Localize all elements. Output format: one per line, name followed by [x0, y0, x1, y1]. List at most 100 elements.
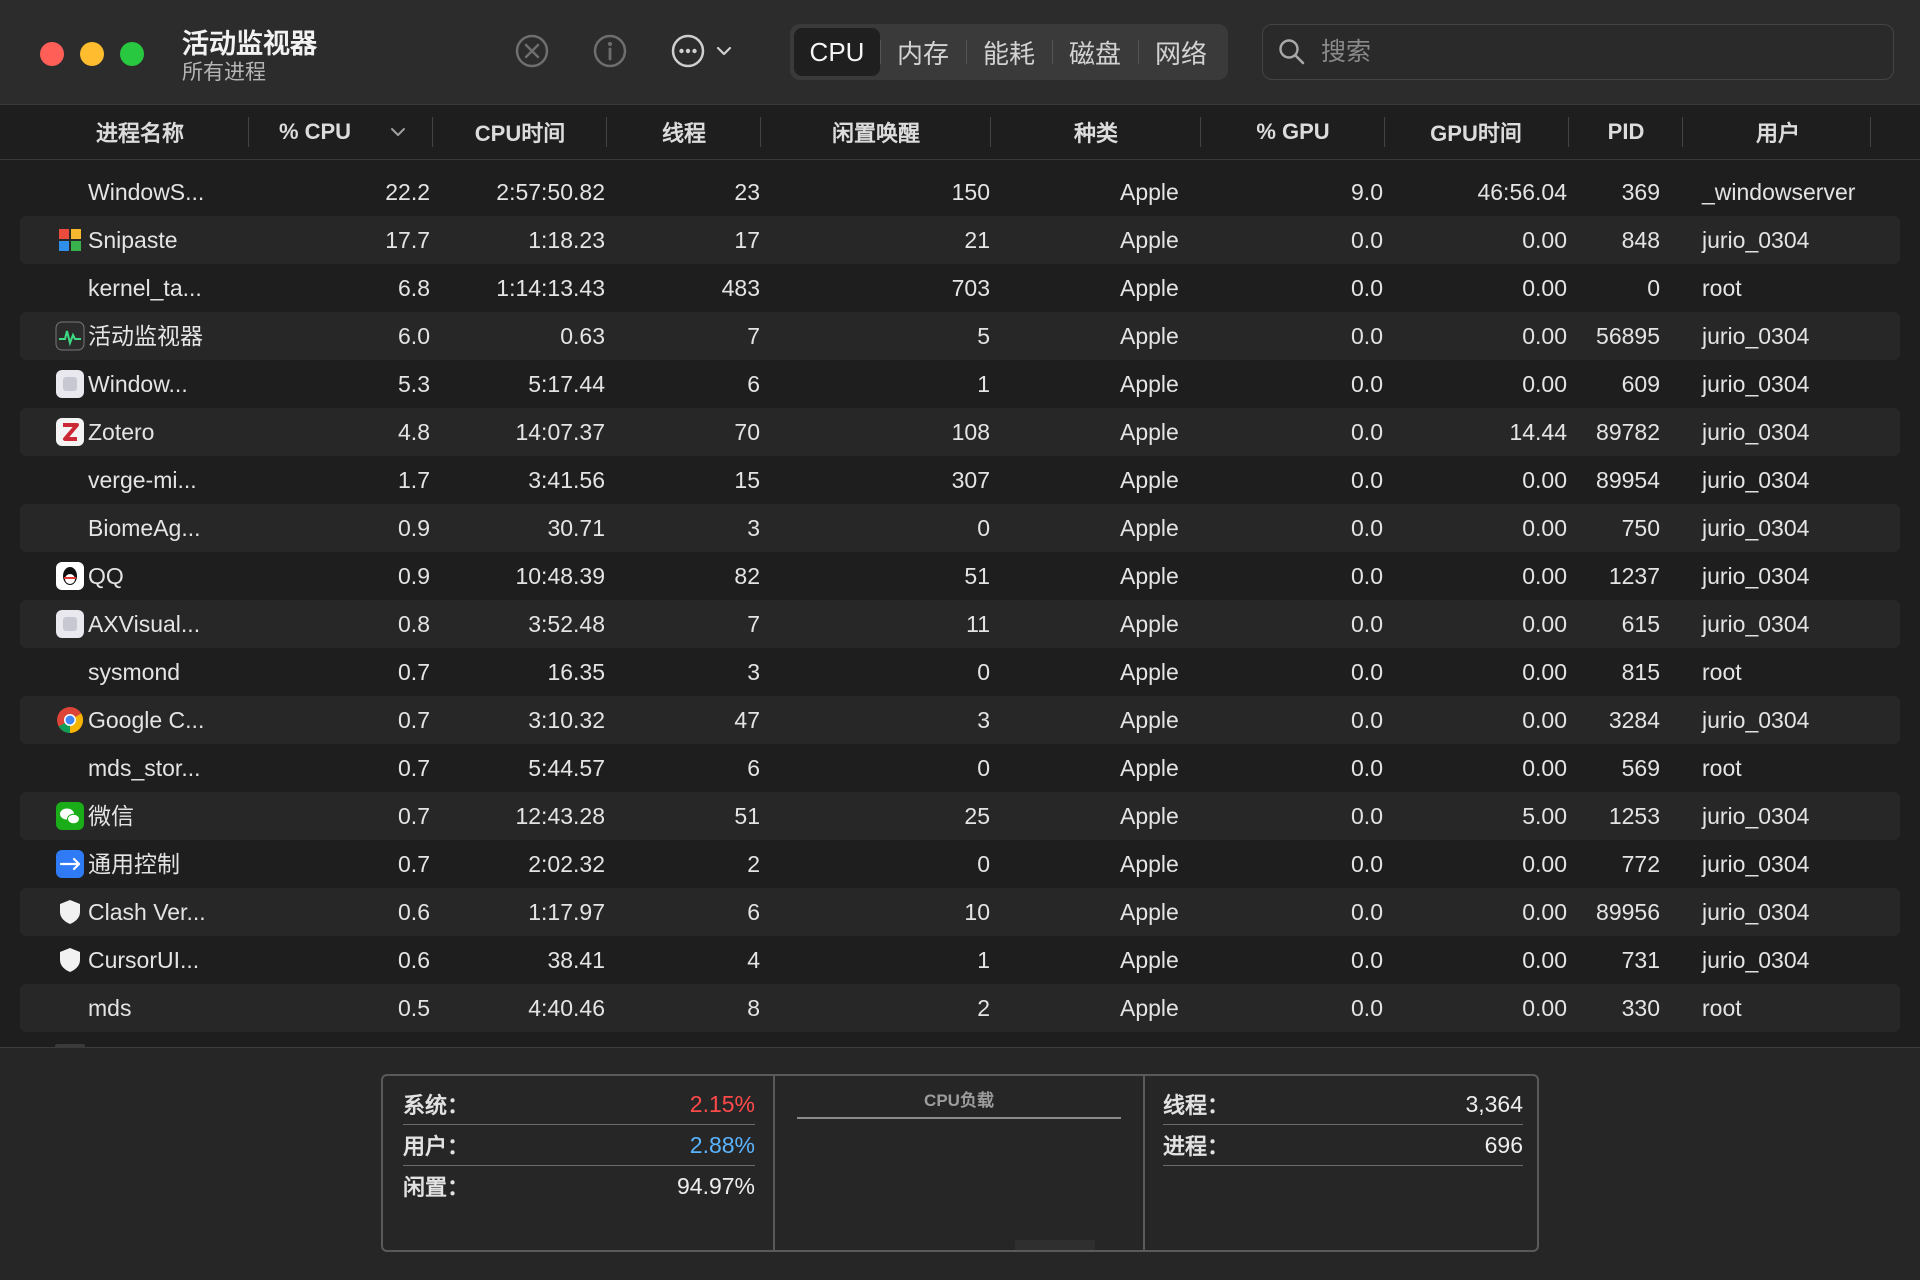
cell-pid: 0: [1647, 275, 1660, 301]
column-cpu-percent[interactable]: % CPU: [270, 105, 416, 159]
cell-gpu: 0.0: [1351, 515, 1383, 541]
table-row[interactable]: BiomeAg... 0.9 30.71 3 0 Apple 0.0 0.00 750 jurio…: [20, 504, 1900, 552]
cell-cpu-time: 1:17.97: [528, 899, 605, 925]
table-row[interactable]: 通用控制 0.7 2:02.32 2 0 Apple 0.0 0.00 772 jurio_030…: [20, 840, 1900, 888]
stat-idle-label: 闲置：: [403, 1175, 470, 1200]
cell-gpu: 0.0: [1351, 803, 1383, 829]
cell-pid: 369: [1621, 179, 1660, 205]
cell-pid: 569: [1621, 755, 1660, 781]
table-row[interactable]: verge-mi... 1.7 3:41.56 15 307 Apple 0.0 0.00 89…: [20, 456, 1900, 504]
table-row[interactable]: mds_stor... 0.7 5:44.57 6 0 Apple 0.0 0.00 569 ro…: [20, 744, 1900, 792]
column-threads[interactable]: 线程: [614, 105, 754, 159]
table-row[interactable]: AXVisual... 0.8 3:52.48 7 11 Apple 0.0 0.00 615 j…: [20, 600, 1900, 648]
column-gpu-time[interactable]: GPU时间: [1392, 105, 1560, 159]
table-row[interactable]: Clash Ver... 0.6 1:17.97 6 10 Apple 0.0 0.00 899…: [20, 888, 1900, 936]
cell-idle-wake: 108: [951, 419, 990, 445]
cell-threads: 70: [734, 419, 760, 445]
table-row[interactable]: Google C... 0.7 3:10.32 47 3 Apple 0.0 0.00 3284…: [20, 696, 1900, 744]
generic-app-icon: [55, 369, 85, 399]
cell-pid: 1253: [1608, 803, 1660, 829]
tab-cpu[interactable]: CPU: [794, 28, 880, 76]
cell-gpu-time: 0.00: [1522, 275, 1567, 301]
tab-network[interactable]: 网络: [1138, 28, 1224, 76]
process-counts: 线程： 3,364 进程： 696: [1145, 1076, 1537, 1250]
cell-threads: 2: [747, 851, 760, 877]
cell-user: jurio_0304: [1702, 611, 1810, 637]
table-row[interactable]: Snipaste 17.7 1:18.23 17 21 Apple 0.0 0.00 848 ju…: [20, 216, 1900, 264]
universal-control-icon: [55, 849, 85, 879]
stat-idle: 闲置： 94.97%: [403, 1166, 755, 1206]
cell-pid: 330: [1621, 995, 1660, 1021]
cpu-load-graph: CPU负载: [775, 1076, 1145, 1250]
cell-name: CursorUI...: [88, 947, 200, 973]
cell-cpu: 0.7: [398, 659, 430, 685]
table-row[interactable]: Window... 5.3 5:17.44 6 1 Apple 0.0 0.00 609 juri…: [20, 360, 1900, 408]
cell-name: 活动监视器: [88, 323, 203, 349]
cell-cpu-time: 5:17.44: [528, 371, 605, 397]
ellipsis-circle-icon: [671, 34, 705, 68]
cell-idle-wake: 21: [964, 227, 990, 253]
cell-user: jurio_0304: [1702, 851, 1810, 877]
column-idle-wake-ups[interactable]: 闲置唤醒: [768, 105, 984, 159]
cell-cpu-time: 38.41: [547, 947, 605, 973]
table-row[interactable]: Zotero 4.8 14:07.37 70 108 Apple 0.0 14.44 89782…: [20, 408, 1900, 456]
column-pid[interactable]: PID: [1576, 105, 1676, 159]
cell-cpu-time: 4:40.46: [528, 995, 605, 1021]
column-user[interactable]: 用户: [1690, 105, 1866, 159]
cell-user: jurio_0304: [1702, 227, 1810, 253]
cell-name: kernel_ta...: [88, 275, 202, 301]
stop-process-button[interactable]: [512, 31, 552, 71]
table-row[interactable]: mds 0.5 4:40.46 8 2 Apple 0.0 0.00 330 root: [20, 984, 1900, 1032]
table-row[interactable]: 活动监视器 6.0 0.63 7 5 Apple 0.0 0.00 56895 jurio_030…: [20, 312, 1900, 360]
cell-cpu-time: 12:43.28: [515, 803, 605, 829]
column-cpu-time[interactable]: CPU时间: [440, 105, 600, 159]
stats-box: 系统： 2.15% 用户： 2.88% 闲置： 94.97% CPU负载 线程：: [381, 1074, 1539, 1252]
search-input[interactable]: [1319, 36, 1863, 68]
cell-gpu: 0.0: [1351, 659, 1383, 685]
table-row[interactable]: WindowS... 22.2 2:57:50.82 23 150 Apple 9.0 46:…: [20, 168, 1900, 216]
zoom-window-button[interactable]: [120, 42, 144, 66]
cell-user: root: [1702, 275, 1742, 301]
cell-gpu: 0.0: [1351, 419, 1383, 445]
table-row[interactable]: 微信 0.7 12:43.28 51 25 Apple 0.0 5.00 1253 jurio_0…: [20, 792, 1900, 840]
tab-memory[interactable]: 内存: [880, 28, 966, 76]
tab-energy[interactable]: 能耗: [966, 28, 1052, 76]
cell-gpu: 0.0: [1351, 995, 1383, 1021]
inspect-process-button[interactable]: [590, 31, 630, 71]
cell-cpu: 0.7: [398, 707, 430, 733]
cell-idle-wake: 150: [951, 179, 990, 205]
table-row[interactable]: CursorUI... 0.6 38.41 4 1 Apple 0.0 0.00 731 juri…: [20, 936, 1900, 984]
minimize-window-button[interactable]: [80, 42, 104, 66]
cell-gpu: 0.0: [1351, 563, 1383, 589]
cell-idle-wake: 25: [964, 803, 990, 829]
cell-gpu: 0.0: [1351, 275, 1383, 301]
stat-processes-label: 进程：: [1163, 1134, 1230, 1159]
column-gpu-percent[interactable]: % GPU: [1208, 105, 1378, 159]
column-kind[interactable]: 种类: [998, 105, 1194, 159]
table-row[interactable]: sysmond 0.7 16.35 3 0 Apple 0.0 0.00 815 root: [20, 648, 1900, 696]
cell-user: jurio_0304: [1702, 419, 1810, 445]
cell-cpu: 0.7: [398, 803, 430, 829]
cell-name: Zotero: [88, 419, 155, 445]
cell-name: sysmond: [88, 659, 181, 685]
cell-cpu-time: 0.63: [560, 323, 605, 349]
cpu-load-bars: [1015, 1240, 1095, 1250]
cell-pid: 772: [1621, 851, 1660, 877]
cell-user: jurio_0304: [1702, 323, 1810, 349]
cell-idle-wake: 0: [977, 755, 990, 781]
stat-processes-value: 696: [1484, 1131, 1523, 1158]
cell-cpu: 17.7: [385, 227, 430, 253]
cell-name: Google C...: [88, 707, 205, 733]
table-row[interactable]: QQ 0.9 10:48.39 82 51 Apple 0.0 0.00 1237 jurio_0…: [20, 552, 1900, 600]
more-actions-button[interactable]: [670, 31, 750, 71]
table-row[interactable]: kernel_ta... 6.8 1:14:13.43 483 703 Apple 0.0 0…: [20, 264, 1900, 312]
cell-threads: 23: [734, 179, 760, 205]
cell-idle-wake: 0: [977, 515, 990, 541]
cell-gpu: 0.0: [1351, 851, 1383, 877]
close-window-button[interactable]: [40, 42, 64, 66]
cell-pid: 89956: [1596, 899, 1660, 925]
tab-disk[interactable]: 磁盘: [1052, 28, 1138, 76]
column-process-name[interactable]: 进程名称: [60, 105, 220, 159]
chevron-down-icon: [716, 46, 732, 56]
cell-gpu: 0.0: [1351, 899, 1383, 925]
